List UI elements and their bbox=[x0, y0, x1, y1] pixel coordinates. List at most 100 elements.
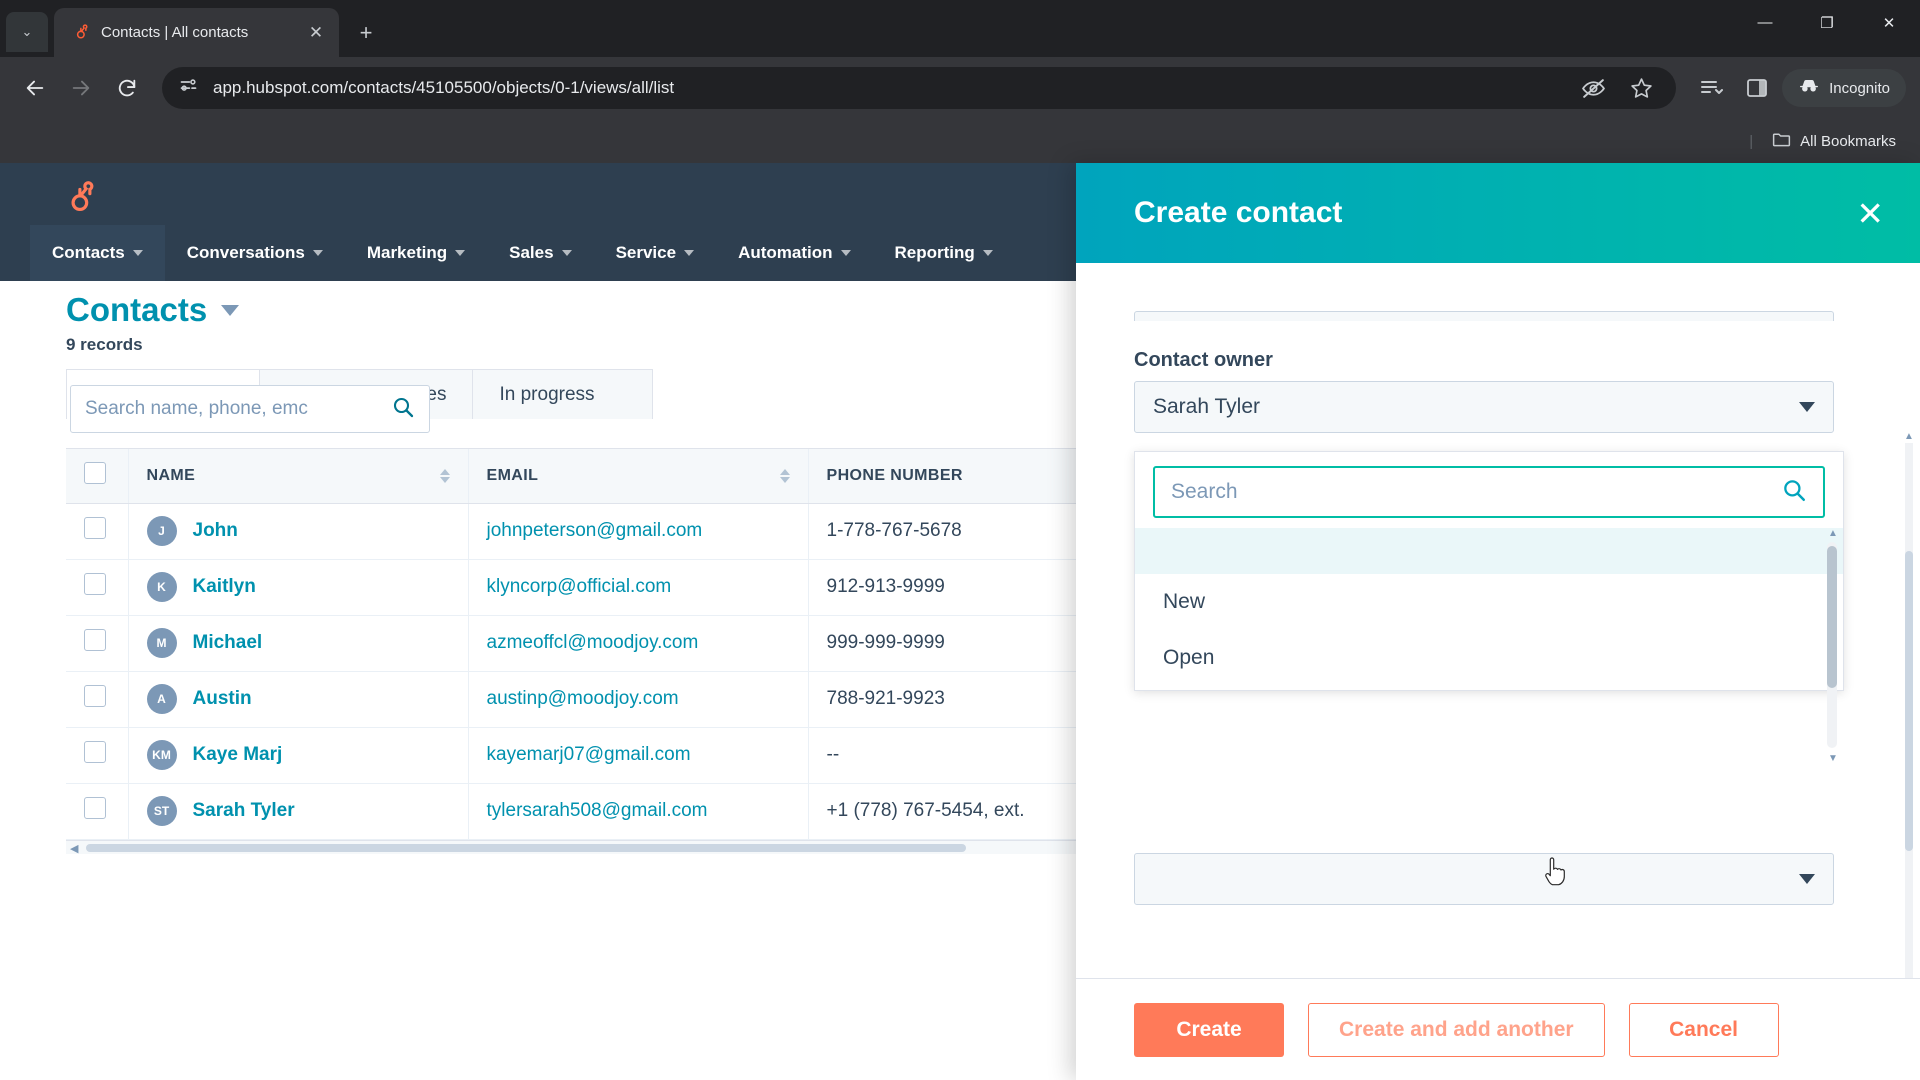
side-panel-icon[interactable] bbox=[1736, 67, 1778, 109]
dropdown-option-blank[interactable] bbox=[1135, 528, 1843, 574]
contact-email-link[interactable]: azmeoffcl@moodjoy.com bbox=[487, 632, 699, 653]
contact-name-link[interactable]: Sarah Tyler bbox=[193, 800, 295, 822]
contact-name-link[interactable]: Austin bbox=[193, 688, 252, 710]
contact-owner-select[interactable]: Sarah Tyler bbox=[1134, 381, 1834, 433]
row-checkbox[interactable] bbox=[84, 797, 106, 819]
forward-button[interactable] bbox=[60, 67, 102, 109]
window-close-button[interactable]: ✕ bbox=[1858, 0, 1920, 45]
contact-email-link[interactable]: klyncorp@official.com bbox=[487, 576, 672, 597]
row-email-cell: tylersarah508@gmail.com bbox=[468, 783, 809, 840]
tab-in-progress[interactable]: In progress bbox=[473, 369, 654, 419]
address-bar[interactable]: app.hubspot.com/contacts/45105500/object… bbox=[162, 67, 1677, 109]
create-button[interactable]: Create bbox=[1134, 1002, 1284, 1057]
contact-email-link[interactable]: austinp@moodjoy.com bbox=[487, 688, 679, 709]
row-checkbox[interactable] bbox=[84, 629, 106, 651]
table-row[interactable]: M Michael azmeoffcl@moodjoy.com 999-999-… bbox=[66, 615, 1097, 672]
search-icon[interactable] bbox=[391, 395, 415, 424]
close-icon[interactable]: ✕ bbox=[303, 20, 329, 46]
dropdown-search-input[interactable]: Search bbox=[1153, 466, 1825, 518]
page-title-row[interactable]: Contacts bbox=[66, 291, 240, 329]
nav-item-service[interactable]: Service bbox=[594, 225, 717, 281]
dropdown-scrollbar[interactable]: ▲ ▼ bbox=[1827, 528, 1838, 764]
incognito-indicator[interactable]: Incognito bbox=[1782, 69, 1906, 107]
row-phone-cell: -- bbox=[808, 727, 1097, 784]
dropdown-option-new[interactable]: New bbox=[1135, 574, 1843, 630]
tab-search-button[interactable]: ⌄ bbox=[6, 12, 48, 52]
nav-item-sales[interactable]: Sales bbox=[487, 225, 593, 281]
scrollbar-thumb[interactable] bbox=[86, 843, 966, 852]
dropdown-options-list[interactable]: New Open In progress Open deal Unqualifi… bbox=[1135, 528, 1843, 696]
browser-tab[interactable]: Contacts | All contacts ✕ bbox=[54, 8, 339, 57]
nav-item-automation[interactable]: Automation bbox=[716, 225, 872, 281]
dropdown-option-open[interactable]: Open bbox=[1135, 630, 1843, 686]
contact-name-link[interactable]: Kaye Marj bbox=[193, 744, 283, 766]
table-horizontal-scrollbar[interactable]: ◀ bbox=[66, 839, 1096, 855]
avatar: K bbox=[146, 572, 177, 602]
column-header-email[interactable]: EMAIL bbox=[468, 449, 809, 504]
select-all-checkbox[interactable] bbox=[84, 462, 106, 485]
contact-name-link[interactable]: John bbox=[193, 520, 238, 542]
table-row[interactable]: K Kaitlyn klyncorp@official.com 912-913-… bbox=[66, 559, 1097, 616]
sort-icon[interactable] bbox=[439, 468, 450, 483]
scrollbar-thumb[interactable] bbox=[1827, 546, 1837, 688]
row-checkbox[interactable] bbox=[84, 685, 106, 707]
all-bookmarks-button[interactable]: All Bookmarks bbox=[1771, 129, 1896, 154]
reload-button[interactable] bbox=[106, 67, 148, 109]
back-button[interactable] bbox=[14, 67, 56, 109]
row-select-cell bbox=[66, 727, 129, 784]
maximize-button[interactable]: ❐ bbox=[1796, 0, 1858, 45]
reading-list-icon[interactable] bbox=[1690, 67, 1732, 109]
row-checkbox[interactable] bbox=[84, 573, 106, 595]
row-checkbox[interactable] bbox=[84, 741, 106, 763]
contacts-table: NAME EMAIL PHONE NUMBER J John johnpeter… bbox=[66, 448, 1097, 856]
column-header-name[interactable]: NAME bbox=[128, 449, 469, 504]
incognito-label: Incognito bbox=[1829, 79, 1890, 97]
browser-window: ⌄ Contacts | All contacts ✕ + — ❐ ✕ app.… bbox=[0, 0, 1920, 1080]
search-icon[interactable] bbox=[1781, 477, 1807, 508]
table-row[interactable]: J John johnpeterson@gmail.com 1-778-767-… bbox=[66, 503, 1097, 560]
contact-email-link[interactable]: kayemarj07@gmail.com bbox=[487, 744, 691, 765]
nav-label: Contacts bbox=[52, 243, 125, 262]
contact-name-link[interactable]: Kaitlyn bbox=[193, 576, 256, 598]
eye-off-icon[interactable] bbox=[1578, 73, 1608, 103]
nav-item-reporting[interactable]: Reporting bbox=[873, 225, 1015, 281]
scroll-up-icon[interactable]: ▲ bbox=[1828, 528, 1838, 539]
page-info-icon[interactable] bbox=[178, 75, 199, 101]
scroll-up-icon[interactable]: ▲ bbox=[1904, 431, 1914, 442]
table-row[interactable]: KM Kaye Marj kayemarj07@gmail.com -- bbox=[66, 727, 1097, 784]
star-icon[interactable] bbox=[1626, 73, 1656, 103]
close-icon[interactable]: ✕ bbox=[1856, 197, 1884, 230]
table-row[interactable]: A Austin austinp@moodjoy.com 788-921-992… bbox=[66, 671, 1097, 728]
sort-icon[interactable] bbox=[779, 468, 790, 483]
contact-owner-label: Contact owner bbox=[1134, 349, 1273, 371]
chevron-down-icon[interactable] bbox=[221, 304, 240, 316]
table-row[interactable]: ST Sarah Tyler tylersarah508@gmail.com +… bbox=[66, 783, 1097, 840]
column-label: EMAIL bbox=[486, 466, 539, 484]
row-phone-cell: 788-921-9923 bbox=[808, 671, 1097, 728]
hubspot-main-menu: Contacts Conversations Marketing Sales S… bbox=[30, 225, 1015, 281]
cancel-button[interactable]: Cancel bbox=[1628, 1002, 1779, 1057]
contact-email-link[interactable]: johnpeterson@gmail.com bbox=[487, 520, 703, 541]
minimize-button[interactable]: — bbox=[1734, 0, 1796, 45]
nav-item-conversations[interactable]: Conversations bbox=[165, 225, 345, 281]
lead-status-select[interactable] bbox=[1134, 853, 1834, 905]
hubspot-logo[interactable] bbox=[62, 177, 100, 221]
all-bookmarks-label: All Bookmarks bbox=[1800, 132, 1896, 150]
contact-name-link[interactable]: Michael bbox=[193, 632, 263, 654]
create-and-add-another-button[interactable]: Create and add another bbox=[1308, 1002, 1605, 1057]
table-search-input[interactable]: Search name, phone, emc bbox=[70, 385, 430, 433]
contact-email-link[interactable]: tylersarah508@gmail.com bbox=[487, 800, 708, 821]
column-label: NAME bbox=[146, 466, 196, 484]
scroll-left-icon[interactable]: ◀ bbox=[70, 842, 78, 855]
column-header-phone-number[interactable]: PHONE NUMBER bbox=[808, 449, 1097, 504]
nav-label: Automation bbox=[738, 243, 833, 262]
new-tab-button[interactable]: + bbox=[349, 16, 383, 50]
row-checkbox[interactable] bbox=[84, 517, 106, 539]
scrollbar-thumb[interactable] bbox=[1905, 551, 1913, 851]
avatar: A bbox=[146, 684, 177, 714]
nav-item-marketing[interactable]: Marketing bbox=[345, 225, 487, 281]
avatar: KM bbox=[146, 740, 177, 770]
dropdown-option-in-progress[interactable]: In progress bbox=[1135, 686, 1843, 696]
nav-item-contacts[interactable]: Contacts bbox=[30, 225, 165, 281]
scroll-down-icon[interactable]: ▼ bbox=[1828, 753, 1838, 764]
